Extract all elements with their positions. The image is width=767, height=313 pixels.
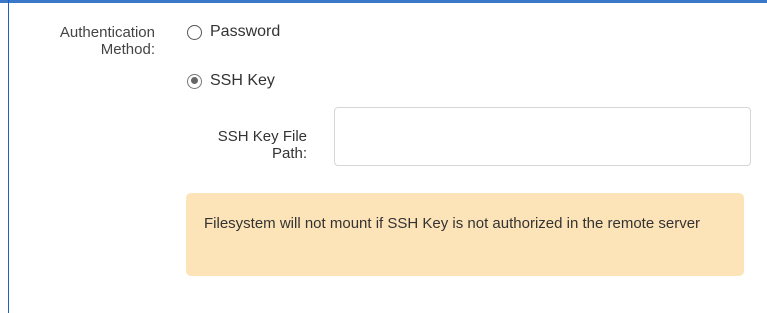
- ssh-key-file-path-label: SSH Key File Path:: [218, 128, 307, 162]
- ssh-key-radio-button[interactable]: [187, 73, 202, 89]
- authentication-method-label-line1: Authentication: [59, 24, 155, 41]
- authentication-method-label: Authentication Method:: [60, 24, 155, 58]
- ssh-key-file-path-label-line1: SSH Key File: [217, 128, 307, 145]
- authentication-method-label-line2: Method:: [100, 41, 155, 58]
- password-radio-button[interactable]: [187, 24, 202, 40]
- password-radio-option[interactable]: Password: [187, 23, 280, 41]
- ssh-key-file-path-label-line2: Path:: [271, 145, 307, 162]
- ssh-key-radio-label[interactable]: SSH Key: [210, 72, 275, 90]
- password-radio-label[interactable]: Password: [210, 23, 280, 41]
- warning-message-text: Filesystem will not mount if SSH Key is …: [204, 215, 701, 232]
- ssh-key-file-path-input[interactable]: [334, 107, 751, 166]
- top-border: [0, 0, 767, 3]
- ssh-key-radio-option[interactable]: SSH Key: [187, 72, 275, 90]
- warning-message-box: Filesystem will not mount if SSH Key is …: [186, 193, 744, 276]
- left-border: [8, 0, 9, 313]
